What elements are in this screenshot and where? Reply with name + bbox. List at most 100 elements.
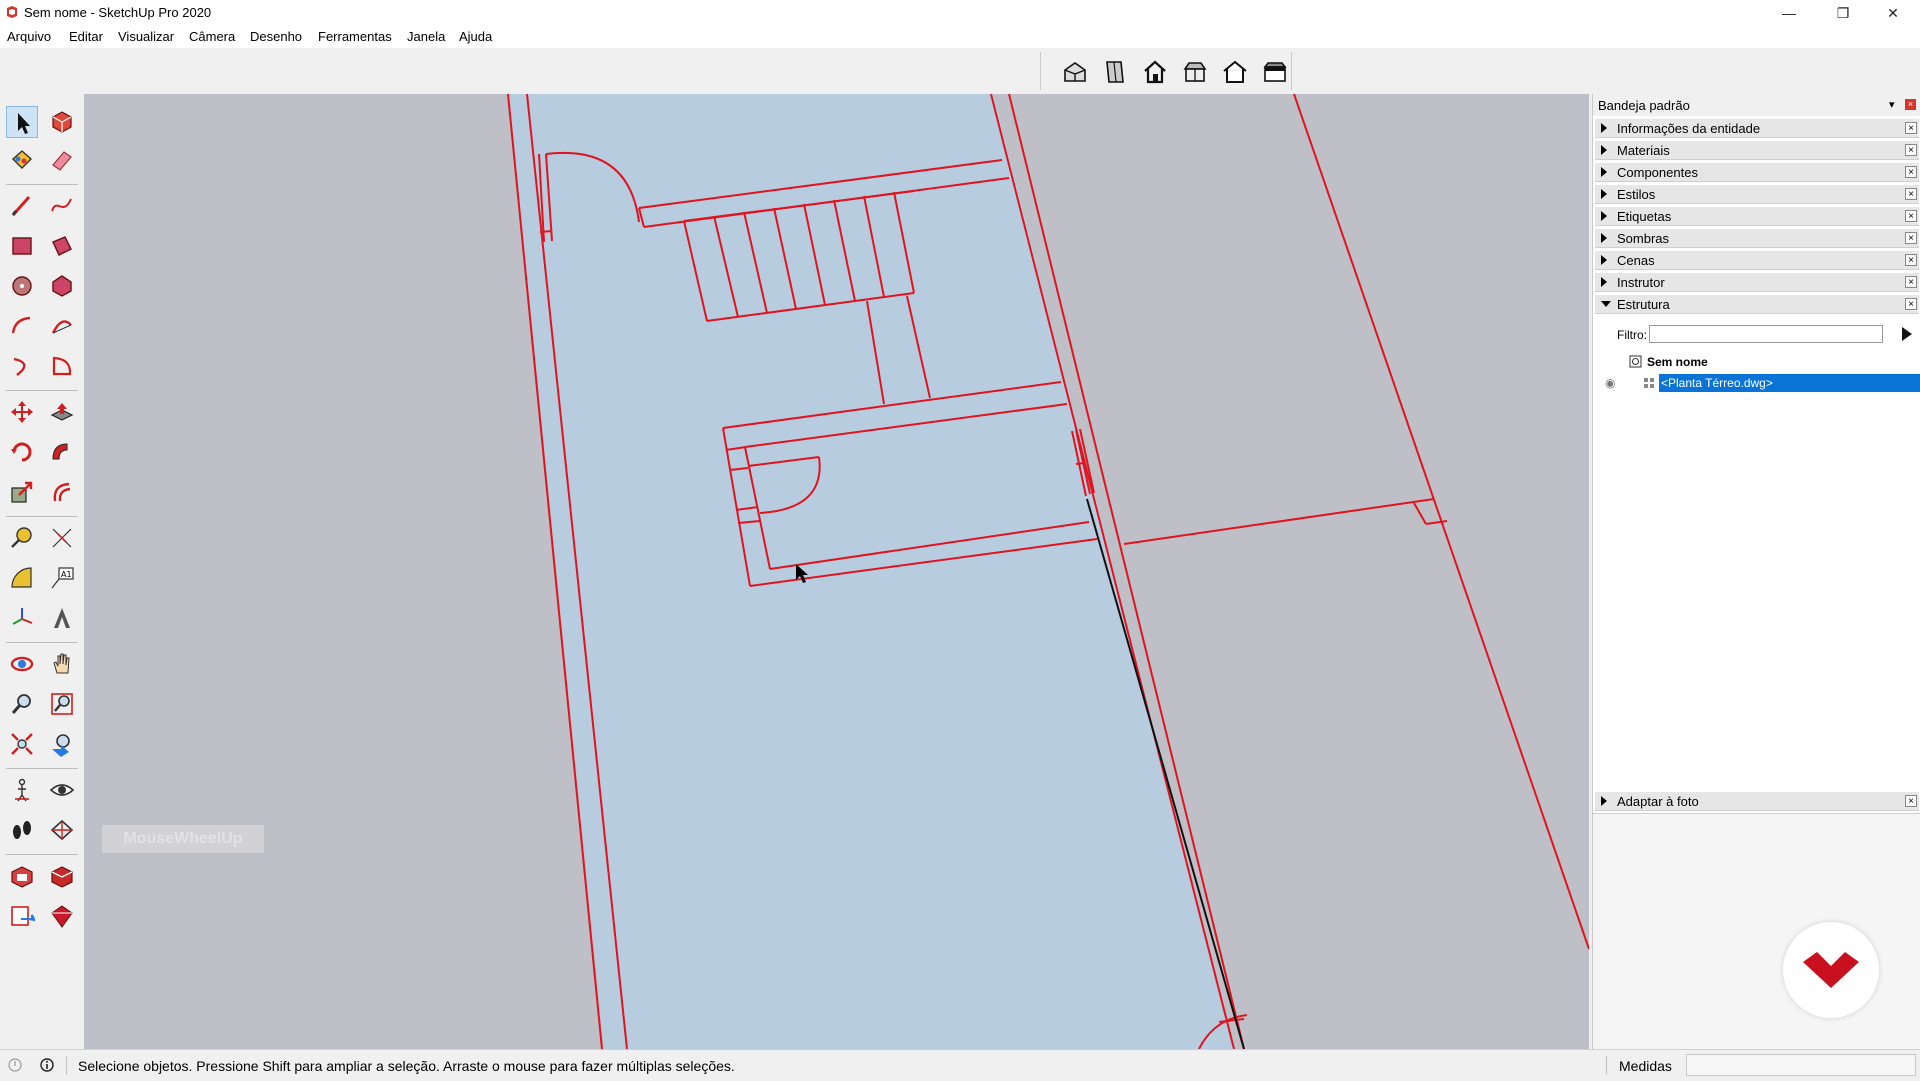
previous-view-icon[interactable] xyxy=(46,728,78,760)
move-icon[interactable] xyxy=(6,396,38,428)
restore-button[interactable]: ❐ xyxy=(1816,0,1870,26)
panel-components[interactable]: Componentes × xyxy=(1595,162,1919,182)
two-point-arc-icon[interactable] xyxy=(46,310,78,342)
menu-bar: Arquivo Editar Visualizar Câmera Desenho… xyxy=(0,26,1920,48)
pie-icon[interactable] xyxy=(46,350,78,382)
menu-editar[interactable]: Editar xyxy=(69,29,103,44)
make-component-icon[interactable] xyxy=(46,106,78,138)
panel-close-icon[interactable]: × xyxy=(1905,122,1917,134)
tray-close-button[interactable]: × xyxy=(1905,99,1916,110)
menu-ajuda[interactable]: Ajuda xyxy=(459,29,492,44)
panel-close-icon[interactable]: × xyxy=(1905,144,1917,156)
rotate-icon[interactable] xyxy=(6,436,38,468)
filter-label: Filtro: xyxy=(1617,328,1647,342)
zoom-extents-icon[interactable] xyxy=(6,728,38,760)
line-icon[interactable] xyxy=(6,190,38,222)
panel-instructor[interactable]: Instrutor × xyxy=(1595,272,1919,292)
three-point-arc-icon[interactable] xyxy=(6,350,38,382)
info-icon[interactable] xyxy=(40,1058,54,1072)
arc-icon[interactable] xyxy=(6,310,38,342)
panel-close-icon[interactable]: × xyxy=(1905,298,1917,310)
panel-close-icon[interactable]: × xyxy=(1905,276,1917,288)
look-around-icon[interactable] xyxy=(46,774,78,806)
layout-icon[interactable] xyxy=(6,900,38,932)
panel-styles[interactable]: Estilos × xyxy=(1595,184,1919,204)
toolbar-separator xyxy=(6,768,78,769)
right-view-icon[interactable] xyxy=(1181,58,1209,86)
front-view-icon[interactable] xyxy=(1141,58,1169,86)
protractor-icon[interactable] xyxy=(6,562,38,594)
panel-scenes[interactable]: Cenas × xyxy=(1595,250,1919,270)
panel-materials[interactable]: Materiais × xyxy=(1595,140,1919,160)
panel-close-icon[interactable]: × xyxy=(1905,210,1917,222)
toolbar-separator xyxy=(6,516,78,517)
orbit-icon[interactable] xyxy=(6,648,38,680)
polygon-icon[interactable] xyxy=(46,270,78,302)
extension-manager-icon[interactable] xyxy=(46,900,78,932)
offset-icon[interactable] xyxy=(46,476,78,508)
floor-plan-scene[interactable] xyxy=(84,94,1589,1049)
select-icon[interactable] xyxy=(6,106,38,138)
panel-label: Componentes xyxy=(1617,165,1698,180)
outliner-child-label[interactable]: <Planta Térreo.dwg> xyxy=(1659,374,1920,392)
3d-text-icon[interactable] xyxy=(46,602,78,634)
measurements-input[interactable] xyxy=(1686,1054,1916,1076)
left-view-icon[interactable] xyxy=(1261,58,1289,86)
pan-icon[interactable] xyxy=(46,648,78,680)
panel-shadows[interactable]: Sombras × xyxy=(1595,228,1919,248)
pin-icon[interactable]: ▾ xyxy=(1889,98,1895,111)
freehand-icon[interactable] xyxy=(46,190,78,222)
panel-close-icon[interactable]: × xyxy=(1905,254,1917,266)
iso-view-icon[interactable] xyxy=(1061,58,1089,86)
position-camera-icon[interactable] xyxy=(6,774,38,806)
rotated-rectangle-icon[interactable] xyxy=(46,230,78,262)
circle-icon[interactable] xyxy=(6,270,38,302)
expand-arrow-icon xyxy=(1601,167,1607,177)
eraser-icon[interactable] xyxy=(46,144,78,176)
dimension-icon[interactable] xyxy=(46,522,78,554)
panel-label: Estilos xyxy=(1617,187,1656,202)
text-icon[interactable]: A1 xyxy=(46,562,78,594)
panel-close-icon[interactable]: × xyxy=(1905,232,1917,244)
geo-location-icon[interactable] xyxy=(8,1058,22,1072)
outliner-child-node[interactable]: ◉ <Planta Térreo.dwg> xyxy=(1593,374,1920,392)
top-view-icon[interactable] xyxy=(1101,58,1129,86)
follow-me-icon[interactable] xyxy=(46,436,78,468)
walk-icon[interactable] xyxy=(6,814,38,846)
section-plane-icon[interactable] xyxy=(46,814,78,846)
drawing-viewport[interactable]: MouseWheelUp xyxy=(84,94,1589,1049)
panel-entity-info[interactable]: Informações da entidade × xyxy=(1595,118,1919,138)
panel-close-icon[interactable]: × xyxy=(1905,188,1917,200)
minimize-button[interactable]: — xyxy=(1762,0,1816,26)
panel-match-photo[interactable]: Adaptar à foto × xyxy=(1595,791,1919,811)
3d-warehouse-icon[interactable] xyxy=(6,860,38,892)
component-icon xyxy=(1644,378,1654,388)
zoom-window-icon[interactable] xyxy=(46,688,78,720)
axes-icon[interactable] xyxy=(6,602,38,634)
panel-tags[interactable]: Etiquetas × xyxy=(1595,206,1919,226)
panel-close-icon[interactable]: × xyxy=(1905,795,1917,807)
paint-bucket-icon[interactable] xyxy=(6,144,38,176)
back-view-icon[interactable] xyxy=(1221,58,1249,86)
rectangle-icon[interactable] xyxy=(6,230,38,262)
menu-janela[interactable]: Janela xyxy=(407,29,445,44)
toolbar-separator xyxy=(6,854,78,855)
filter-input[interactable] xyxy=(1649,325,1883,343)
panel-close-icon[interactable]: × xyxy=(1905,166,1917,178)
visibility-eye-icon[interactable]: ◉ xyxy=(1605,376,1615,390)
menu-camera[interactable]: Câmera xyxy=(189,29,235,44)
outliner-details-arrow-icon[interactable] xyxy=(1899,325,1915,343)
outliner-tree: Sem nome ◉ <Planta Térreo.dwg> xyxy=(1593,350,1920,770)
menu-visualizar[interactable]: Visualizar xyxy=(118,29,174,44)
panel-outliner[interactable]: Estrutura × xyxy=(1595,294,1919,314)
panel-label: Sombras xyxy=(1617,231,1670,246)
push-pull-icon[interactable] xyxy=(46,396,78,428)
menu-ferramentas[interactable]: Ferramentas xyxy=(318,29,392,44)
close-window-button[interactable]: ✕ xyxy=(1866,0,1920,26)
scale-icon[interactable] xyxy=(6,476,38,508)
extension-warehouse-icon[interactable] xyxy=(46,860,78,892)
tape-measure-icon[interactable] xyxy=(6,522,38,554)
menu-desenho[interactable]: Desenho xyxy=(250,29,302,44)
zoom-icon[interactable] xyxy=(6,688,38,720)
menu-arquivo[interactable]: Arquivo xyxy=(7,29,51,44)
